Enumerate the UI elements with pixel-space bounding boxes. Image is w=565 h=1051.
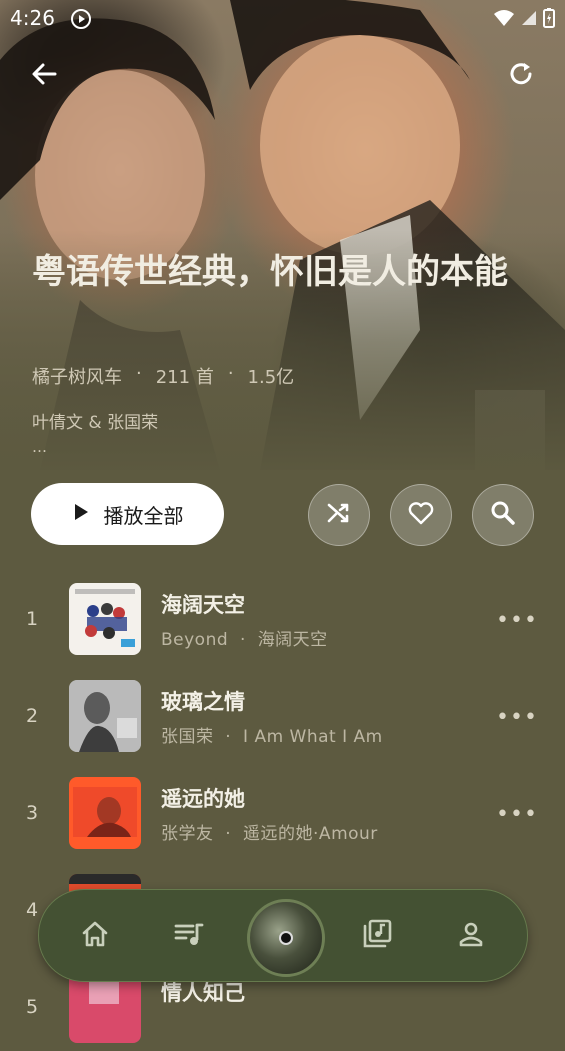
track-title: 玻璃之情 — [161, 690, 245, 714]
track-title: 海阔天空 — [161, 593, 245, 617]
play-all-button[interactable]: 播放全部 — [31, 483, 224, 545]
track-subtitle: Beyond · 海阔天空 — [161, 625, 328, 650]
battery-icon — [543, 8, 555, 32]
track-more-button[interactable]: ••• — [496, 608, 538, 633]
shuffle-icon — [326, 500, 352, 530]
track-album: 海阔天空 — [257, 630, 328, 650]
track-album: I Am What I Am — [243, 727, 383, 747]
playlist-track-count: 211 首 — [155, 367, 214, 388]
play-all-label: 播放全部 — [103, 503, 184, 528]
track-subtitle: 张国荣 · I Am What I Am — [161, 722, 383, 747]
track-cover — [69, 777, 141, 849]
track-artist: 张国荣 — [161, 727, 214, 747]
arrow-left-icon — [29, 59, 59, 93]
playlist-meta: 橘子树风车 · 211 首 · 1.5亿 — [32, 363, 294, 389]
play-icon — [72, 502, 90, 527]
refresh-button[interactable] — [501, 56, 541, 96]
bottom-navigation — [38, 889, 528, 982]
nav-profile[interactable] — [449, 914, 493, 958]
search-button[interactable] — [472, 484, 534, 546]
playlist-creator[interactable]: 橘子树风车 — [32, 363, 122, 389]
track-artist: Beyond — [161, 630, 229, 650]
track-artist: 张学友 — [161, 824, 214, 844]
track-title: 遥远的她 — [161, 787, 245, 811]
track-row[interactable]: 3 遥远的她 张学友 · 遥远的她·Amour ••• — [0, 777, 565, 857]
shuffle-button[interactable] — [308, 484, 370, 546]
wifi-icon — [493, 9, 515, 31]
track-number: 4 — [26, 899, 39, 921]
subtitle-separator: · — [219, 824, 238, 844]
track-number: 5 — [26, 996, 39, 1018]
status-icons — [493, 8, 555, 32]
queue-music-icon — [173, 919, 205, 953]
library-music-icon — [361, 918, 393, 954]
track-number: 1 — [26, 608, 39, 630]
status-time: 4:26 — [10, 6, 55, 30]
refresh-icon — [506, 59, 536, 93]
subtitle-separator: · — [219, 727, 238, 747]
favorite-button[interactable] — [390, 484, 452, 546]
signal-icon — [521, 10, 537, 30]
playlist-title: 粤语传世经典，怀旧是人的本能 — [32, 252, 508, 292]
search-icon — [490, 500, 516, 530]
nav-home[interactable] — [73, 914, 117, 958]
nav-playlist[interactable] — [167, 914, 211, 958]
media-playing-icon — [70, 8, 92, 34]
track-more-button[interactable]: ••• — [496, 705, 538, 730]
track-album: 遥远的她·Amour — [243, 824, 378, 844]
nav-library[interactable] — [355, 914, 399, 958]
playlist-description[interactable]: 叶倩文 & 张国荣 — [32, 408, 158, 433]
track-cover — [69, 583, 141, 655]
track-subtitle: 张学友 · 遥远的她·Amour — [161, 819, 378, 844]
status-bar: 4:26 — [0, 0, 565, 38]
track-row[interactable]: 1 海阔天空 Beyond · 海阔天空 ••• — [0, 583, 565, 663]
playlist-play-count: 1.5亿 — [247, 367, 295, 388]
meta-separator: · — [136, 363, 142, 384]
heart-outline-icon — [407, 500, 435, 530]
track-number: 2 — [26, 705, 39, 727]
description-more[interactable]: … — [32, 438, 47, 456]
now-playing-disc[interactable] — [247, 899, 325, 977]
track-more-button[interactable]: ••• — [496, 802, 538, 827]
track-number: 3 — [26, 802, 39, 824]
meta-separator: · — [227, 363, 234, 384]
track-row[interactable]: 5 情人知己 — [0, 971, 565, 1051]
track-row[interactable]: 2 玻璃之情 张国荣 · I Am What I Am ••• — [0, 680, 565, 760]
back-button[interactable] — [24, 56, 64, 96]
person-icon — [456, 919, 486, 953]
home-icon — [80, 919, 110, 953]
subtitle-separator: · — [234, 630, 252, 650]
disc-center — [279, 931, 293, 945]
track-cover — [69, 680, 141, 752]
